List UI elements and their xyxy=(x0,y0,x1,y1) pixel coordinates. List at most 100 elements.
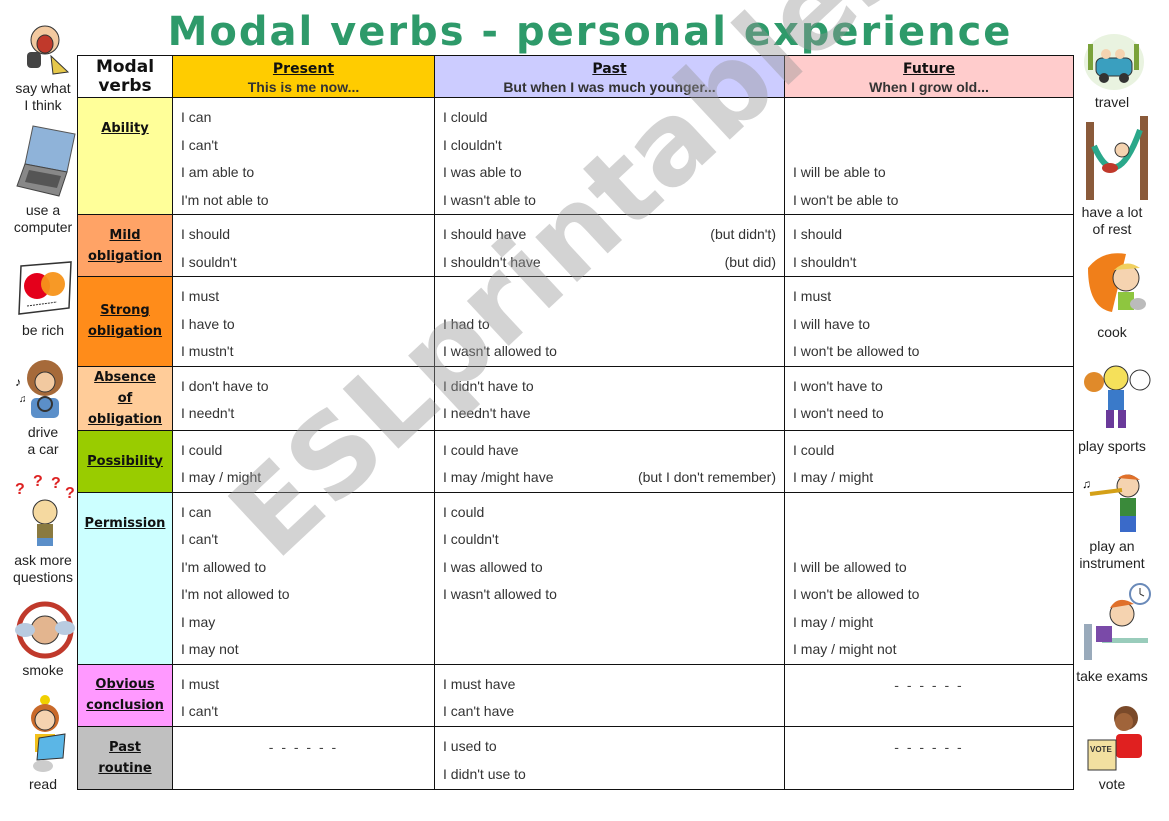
category-label: Ability xyxy=(101,121,149,136)
verb-line: I won't be able to xyxy=(793,187,1065,215)
picture-be-rich: be rich xyxy=(3,258,83,339)
verb-line: I could have xyxy=(443,437,776,465)
future-cell: I won't have to I won't need to xyxy=(784,365,1074,431)
category-cell: Possibility xyxy=(77,429,173,493)
verb-line: I can't have xyxy=(443,698,776,726)
verb-line: I have to xyxy=(181,311,426,339)
verb-form: I was allowed to xyxy=(443,558,543,575)
category-label: Past xyxy=(109,739,141,755)
verb-form: I have to xyxy=(181,315,235,332)
hammock-icon xyxy=(1082,116,1148,202)
verb-line: I may not xyxy=(181,636,426,664)
category-label: Possibility xyxy=(87,453,163,469)
verb-line: I'm not allowed to xyxy=(181,581,426,609)
verb-line: I'm not able to xyxy=(181,187,426,215)
category-label: Permission xyxy=(84,515,166,531)
verb-form: I can't xyxy=(181,531,218,547)
laptop-icon xyxy=(13,122,76,200)
verb-form: I must have xyxy=(443,675,516,692)
verb-form: I may not xyxy=(181,641,239,657)
picture-label: drive a car xyxy=(27,424,59,457)
empty-dash: - - - - - - xyxy=(894,739,964,755)
present-cell: I can I can't I'm allowed to I'm not allowe… xyxy=(172,491,435,665)
past-cell: I didn't have to I needn't have xyxy=(434,365,785,431)
verb-note: (but I don't remember) xyxy=(637,469,776,485)
verb-line xyxy=(443,283,776,311)
sports-kid-icon xyxy=(1082,358,1151,436)
column-title: Past xyxy=(592,61,627,77)
verb-form: I will have to xyxy=(793,315,871,332)
picture-play-sports: play sports xyxy=(1072,358,1152,455)
verb-line: I must xyxy=(793,283,1065,311)
svg-text:?: ? xyxy=(15,481,25,498)
verb-form: I won't be able to xyxy=(793,191,899,208)
verb-line: I may / might xyxy=(793,464,1065,492)
table-row: Mild obligation I should I souldn't I should… xyxy=(77,214,1074,277)
past-cell: I should have (but didn't) I shouldn't hav… xyxy=(434,214,785,277)
verb-form: I will be allowed to xyxy=(793,558,907,575)
verb-line: I can't xyxy=(181,132,426,160)
verb-line: I will be able to xyxy=(793,159,1065,187)
verb-form: I don't have to xyxy=(181,377,269,394)
verb-line: I used to xyxy=(443,733,776,761)
driving-woman-icon: ♪ ♫ xyxy=(13,356,73,422)
table-row: Ability I can I can't I am able to I'm not a… xyxy=(77,97,1074,215)
verb-line: I may / might not xyxy=(793,636,1065,664)
verb-form: I needn't xyxy=(181,405,235,421)
column-title: Present xyxy=(272,61,335,77)
verb-form: I couldn't xyxy=(443,531,499,547)
trumpet-boy-icon: ♫ xyxy=(1082,472,1142,536)
verb-form: I should xyxy=(793,226,843,242)
verb-form: I must xyxy=(181,288,220,304)
question-boy-icon: ???? xyxy=(13,473,75,550)
verb-line: I may xyxy=(181,609,426,637)
table-row: Permission I can I can't I'm allowed to I'm … xyxy=(77,491,1074,665)
picture-label: play an instrument xyxy=(1079,538,1145,571)
verb-line: I am able to xyxy=(181,159,426,187)
verb-line: I was able to xyxy=(443,159,776,187)
picture-have-a-lot-of-rest: have a lot of rest xyxy=(1072,116,1152,238)
verb-line: I clouldn't xyxy=(443,132,776,160)
picture-take-exams: take exams xyxy=(1072,580,1152,685)
verb-line: I could xyxy=(181,437,426,465)
verb-form: I could have xyxy=(443,441,519,458)
empty-dash: - - - - - - xyxy=(894,676,964,693)
category-label: Absence xyxy=(94,369,156,385)
verb-form: I must xyxy=(793,288,832,304)
verb-line: I clould xyxy=(443,104,776,132)
category-label: obligation xyxy=(87,324,163,340)
present-cell: I must I can't xyxy=(172,663,435,727)
category-cell: Obvious conclusion xyxy=(77,663,173,727)
verb-form: I must xyxy=(181,675,220,692)
verb-line: I will be allowed to xyxy=(793,554,1065,582)
column-subtitle: This is me now... xyxy=(247,79,360,95)
verb-form: I wasn't able to xyxy=(443,191,536,208)
verb-form: I mustn't xyxy=(181,343,234,359)
verb-line: I could xyxy=(793,437,1065,465)
verb-line: I wasn't able to xyxy=(443,187,776,215)
verb-line: I needn't have xyxy=(443,400,776,428)
modal-verbs-table: Modal verbs Present This is me now... Pa… xyxy=(77,55,1074,790)
past-cell: I must have I can't have xyxy=(434,663,785,727)
verb-line: I souldn't xyxy=(181,249,426,277)
svg-text:VOTE: VOTE xyxy=(1090,745,1112,754)
table-row: Past routine - - - - - - I used to I didn't … xyxy=(77,726,1074,790)
verb-line: I wasn't allowed to xyxy=(443,581,776,609)
picture-drive-a-car: ♪ ♫ drive a car xyxy=(3,356,83,458)
picture-label: travel xyxy=(1094,94,1130,110)
verb-form: I wasn't allowed to xyxy=(443,343,557,359)
verb-form: I used to xyxy=(443,738,497,754)
verb-line: I will have to xyxy=(793,311,1065,339)
picture-label: be rich xyxy=(21,322,65,338)
picture-label: vote xyxy=(1098,776,1126,792)
category-cell: Ability xyxy=(77,97,173,215)
verb-form: I'm allowed to xyxy=(181,558,267,575)
cooking-boy-icon xyxy=(1082,248,1146,322)
picture-play-an-instrument: ♫ play an instrument xyxy=(1072,472,1152,572)
picture-read: read xyxy=(3,694,83,793)
verb-form: I can xyxy=(181,503,212,520)
verb-line: I should xyxy=(793,221,1065,249)
category-cell: Strong obligation xyxy=(77,276,173,367)
svg-text:?: ? xyxy=(65,485,75,502)
future-cell: - - - - - - xyxy=(784,663,1074,727)
